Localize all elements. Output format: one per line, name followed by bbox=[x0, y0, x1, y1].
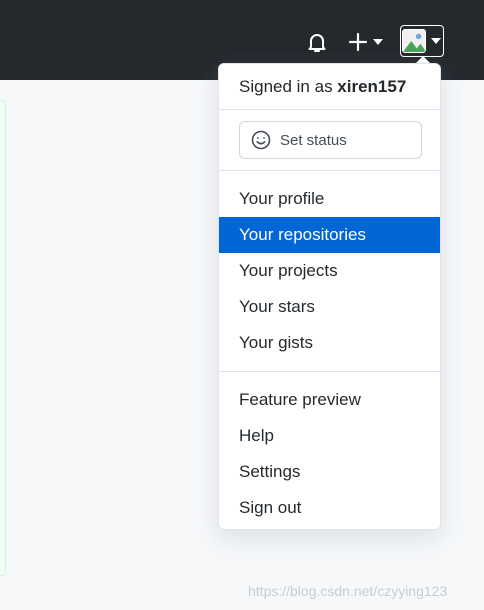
create-new-button[interactable] bbox=[348, 30, 383, 54]
avatar bbox=[402, 29, 426, 53]
content-panel-edge bbox=[0, 100, 6, 576]
user-dropdown-menu: Signed in as xiren157 Set status Your pr… bbox=[218, 63, 441, 530]
menu-item-your-stars[interactable]: Your stars bbox=[219, 289, 440, 325]
username: xiren157 bbox=[337, 77, 407, 96]
menu-item-your-repositories[interactable]: Your repositories bbox=[219, 217, 440, 253]
set-status-label: Set status bbox=[280, 131, 347, 149]
caret-down-icon bbox=[373, 39, 383, 45]
signed-in-text: Signed in as xiren157 bbox=[239, 77, 406, 97]
menu-item-feature-preview[interactable]: Feature preview bbox=[219, 382, 440, 418]
bell-icon[interactable] bbox=[305, 30, 329, 54]
divider bbox=[219, 170, 440, 171]
menu-item-settings[interactable]: Settings bbox=[219, 454, 440, 490]
caret-down-icon bbox=[431, 38, 441, 44]
menu-item-sign-out[interactable]: Sign out bbox=[219, 490, 440, 526]
divider bbox=[219, 109, 440, 110]
menu-item-your-profile[interactable]: Your profile bbox=[219, 181, 440, 217]
watermark-text: https://blog.csdn.net/czyying123 bbox=[248, 583, 448, 599]
user-menu-button[interactable] bbox=[400, 25, 445, 57]
set-status-button[interactable]: Set status bbox=[239, 121, 422, 159]
menu-item-your-projects[interactable]: Your projects bbox=[219, 253, 440, 289]
divider bbox=[219, 371, 440, 372]
plus-icon bbox=[348, 32, 368, 52]
menu-item-your-gists[interactable]: Your gists bbox=[219, 325, 440, 361]
menu-item-help[interactable]: Help bbox=[219, 418, 440, 454]
avatar-image-icon bbox=[403, 30, 425, 52]
signed-in-prefix: Signed in as bbox=[239, 77, 338, 96]
smiley-icon bbox=[251, 130, 271, 150]
